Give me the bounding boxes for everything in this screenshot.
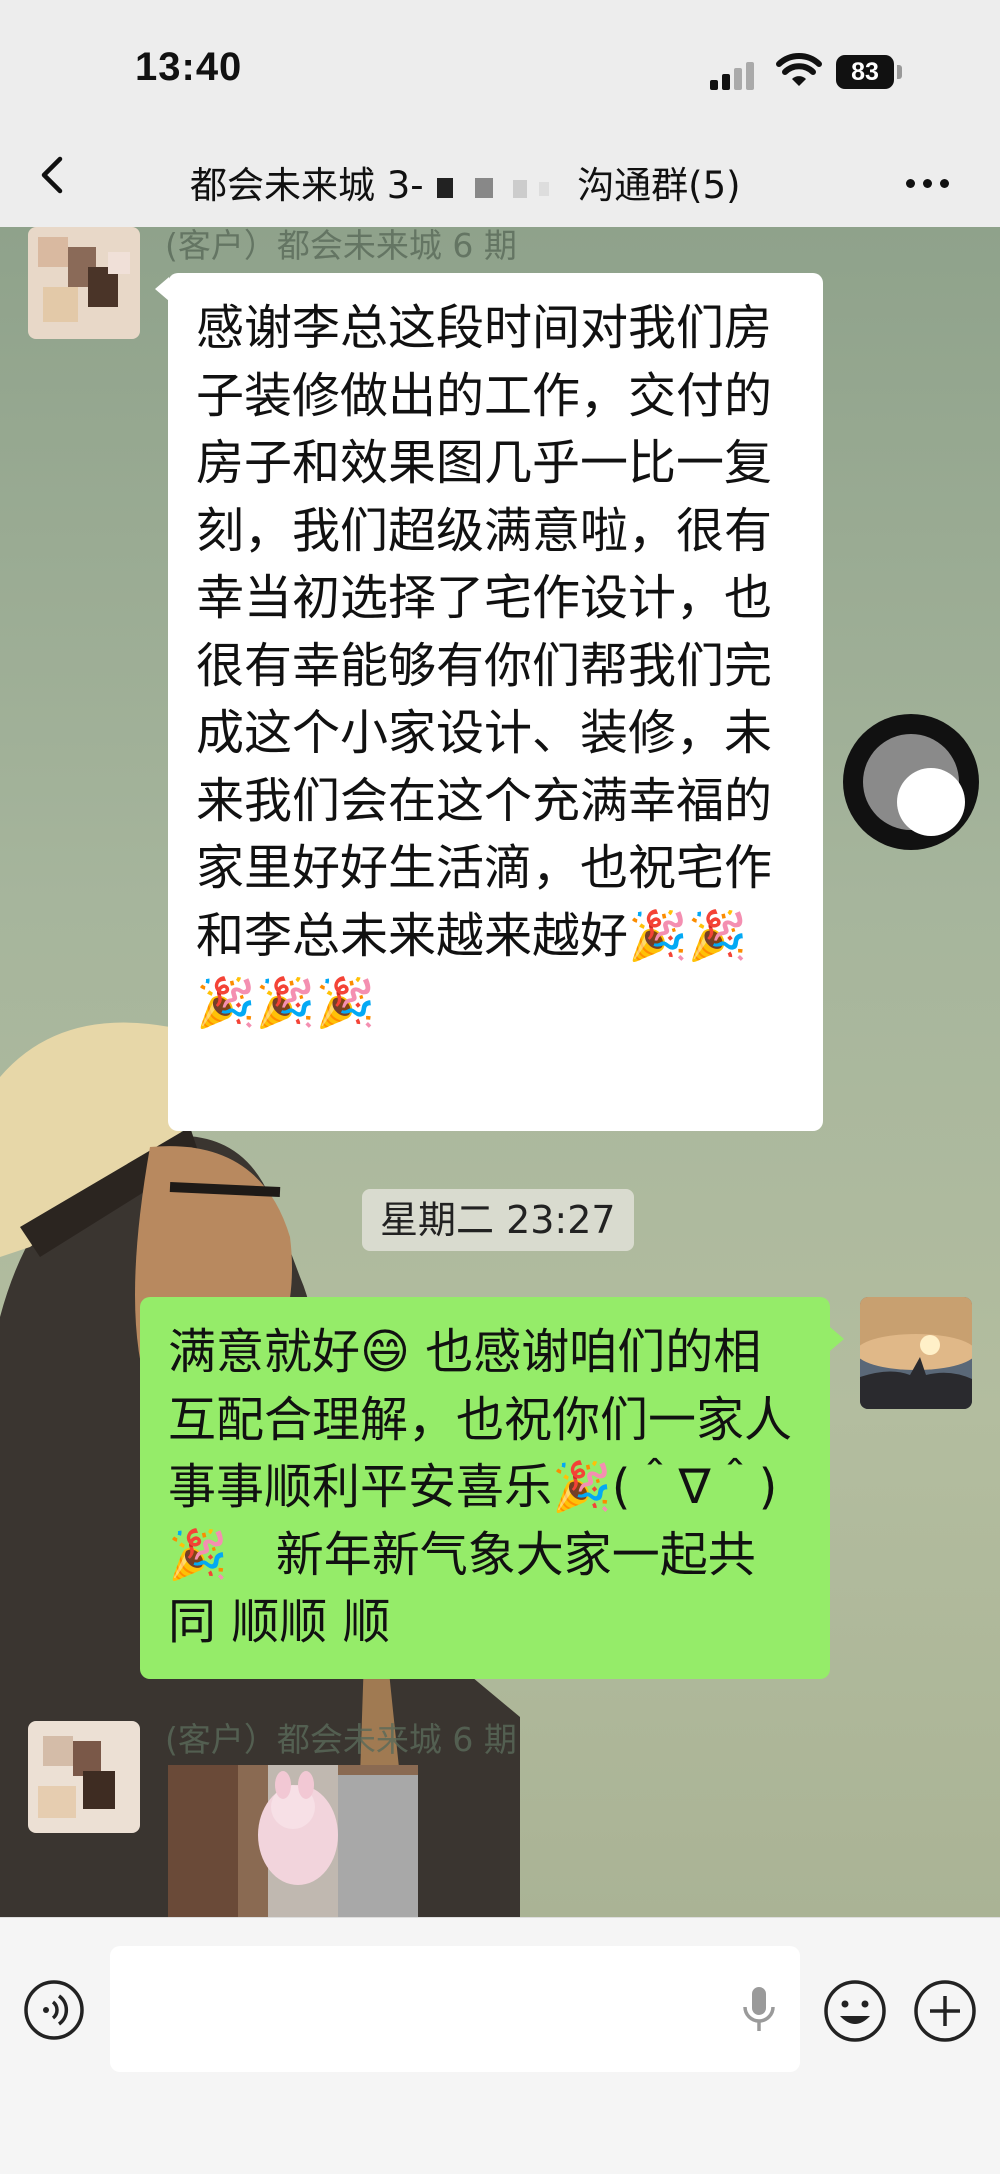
- bubble-tail: [830, 1327, 844, 1351]
- status-bar: 13:40 83: [0, 0, 1000, 125]
- avatar[interactable]: [28, 227, 140, 339]
- avatar[interactable]: [860, 1297, 972, 1409]
- image-message[interactable]: [168, 1765, 418, 1917]
- avatar[interactable]: [28, 1721, 140, 1833]
- sender-name: (客户）都会未来城 6 期: [165, 1720, 517, 1759]
- message-bubble[interactable]: 满意就好😄 也感谢咱们的相互配合理解，也祝你们一家人事事顺利平安喜乐🎉(＾∇＾)…: [140, 1297, 830, 1679]
- censored-text-blur: [437, 177, 550, 198]
- timestamp: 星期二 23:27: [362, 1189, 634, 1251]
- chat-title[interactable]: 都会未来城 3- 沟通群(5): [190, 155, 741, 209]
- input-bar: [0, 1917, 1000, 2174]
- voice-icon[interactable]: [22, 1978, 86, 2042]
- message-bubble[interactable]: 感谢李总这段时间对我们房子装修做出的工作，交付的房子和效果图几乎一比一复刻，我们…: [168, 273, 823, 1131]
- battery-tip: [897, 65, 902, 79]
- emoji-icon[interactable]: [822, 1978, 888, 2044]
- back-arrow-icon[interactable]: [32, 153, 76, 197]
- chat-title-prefix: 都会未来城 3-: [190, 164, 424, 207]
- battery-indicator: 83: [836, 55, 894, 89]
- plus-icon[interactable]: [912, 1978, 978, 2044]
- microphone-icon[interactable]: [740, 1985, 778, 2035]
- chat-header: 都会未来城 3- 沟通群(5): [0, 125, 1000, 227]
- chat-title-suffix: 沟通群(5): [577, 164, 741, 207]
- chat-area[interactable]: (客户）都会未来城 6 期 感谢李总这段时间对我们房子装修做出的工作，交付的房子…: [0, 227, 1000, 1917]
- bubble-tail: [155, 277, 169, 301]
- more-icon[interactable]: [906, 173, 957, 192]
- floating-assistive-button[interactable]: [843, 714, 979, 850]
- message-input[interactable]: [110, 1946, 800, 2072]
- wifi-icon: [776, 53, 822, 86]
- status-time: 13:40: [135, 45, 243, 89]
- sender-name: (客户）都会未来城 6 期: [165, 227, 517, 265]
